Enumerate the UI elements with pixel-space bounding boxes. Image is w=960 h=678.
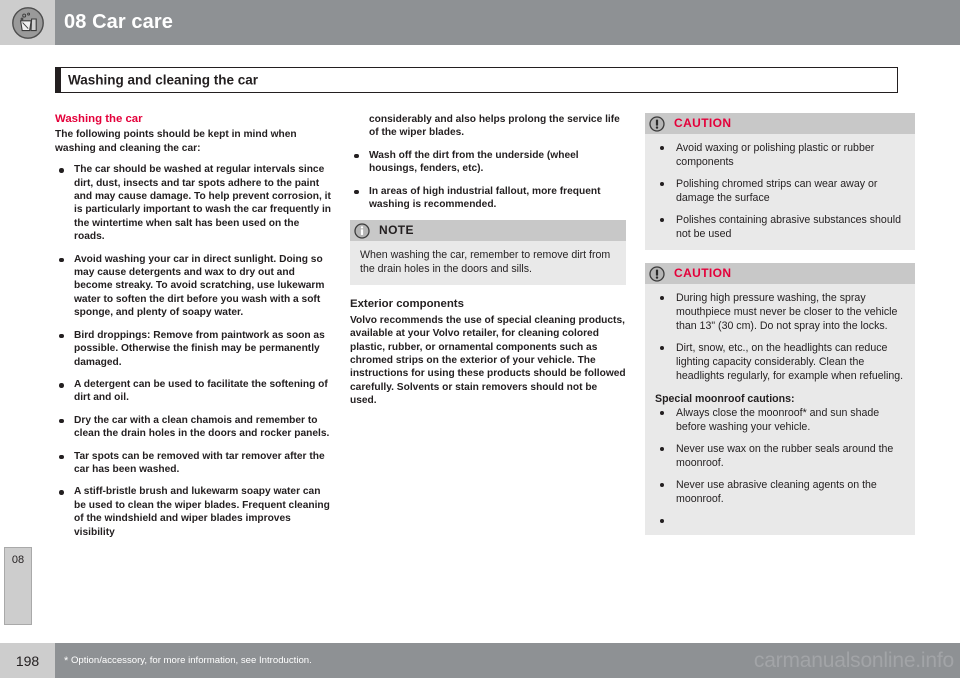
list-item: A stiff-bristle brush and lukewarm soapy… bbox=[55, 485, 331, 539]
note-box-body: When washing the car, remember to remove… bbox=[350, 241, 626, 285]
caution-box-2: CAUTION During high pressure washing, th… bbox=[645, 263, 915, 535]
left-column: Washing the car The following points sho… bbox=[55, 113, 331, 548]
note-box: NOTE When washing the car, remember to r… bbox=[350, 220, 626, 286]
chapter-tab: 08 bbox=[4, 547, 32, 625]
washing-the-car-heading: Washing the car bbox=[55, 113, 143, 125]
exterior-components-paragraph: Volvo recommends the use of special clea… bbox=[350, 314, 626, 407]
washing-bullet-list: The car should be washed at regular inte… bbox=[55, 163, 331, 539]
list-item: Polishes containing abrasive substances … bbox=[655, 213, 905, 241]
watermark: carmanualsonline.info bbox=[753, 648, 954, 672]
caution-box-1-header: CAUTION bbox=[645, 113, 915, 134]
list-item: During high pressure washing, the spray … bbox=[655, 291, 905, 333]
footnote-text: Option/accessory, for more information, … bbox=[70, 655, 312, 666]
chapter-icon-cell bbox=[0, 0, 55, 45]
exterior-components-heading: Exterior components bbox=[350, 298, 464, 311]
chapter-title: 08 Car care bbox=[64, 11, 173, 33]
caution-box-1-title: CAUTION bbox=[674, 115, 732, 130]
exclamation-icon bbox=[649, 265, 665, 282]
info-icon bbox=[354, 223, 370, 239]
list-item: Dry the car with a clean chamois and rem… bbox=[55, 414, 331, 441]
moonroof-cautions-subhead: Special moonroof cautions: bbox=[655, 393, 795, 405]
list-item: Tar spots can be removed with tar remove… bbox=[55, 450, 331, 477]
list-item: Never use wax on the rubber seals around… bbox=[655, 442, 905, 470]
list-item: The car should be washed at regular inte… bbox=[55, 163, 331, 243]
chapter-tab-label: 08 bbox=[11, 554, 25, 566]
list-item: Avoid waxing or polishing plastic or rub… bbox=[655, 141, 905, 169]
note-box-title: NOTE bbox=[379, 223, 414, 238]
moonroof-bullet-list: Always close the moonroof* and sun shade… bbox=[655, 406, 905, 526]
list-item: Dirt, snow, etc., on the headlights can … bbox=[655, 341, 905, 383]
section-heading-text: Washing and cleaning the car bbox=[68, 72, 259, 88]
right-column: CAUTION Avoid waxing or polishing plasti… bbox=[645, 113, 915, 548]
list-item: Polishing chromed strips can wear away o… bbox=[655, 177, 905, 205]
caution-box-1-body: Avoid waxing or polishing plastic or rub… bbox=[645, 134, 915, 250]
chapter-header-bar: 08 Car care bbox=[0, 0, 960, 45]
caution-1-bullet-list: Avoid waxing or polishing plastic or rub… bbox=[655, 141, 905, 241]
bucket-bubbles-icon bbox=[11, 6, 44, 39]
list-item: Avoid washing your car in direct sunligh… bbox=[55, 253, 331, 320]
section-heading: Washing and cleaning the car bbox=[55, 67, 898, 93]
caution-box-1: CAUTION Avoid waxing or polishing plasti… bbox=[645, 113, 915, 250]
caution-2-bullet-list: During high pressure washing, the spray … bbox=[655, 291, 905, 383]
page-sheet: 08 Washing and cleaning the car Washing … bbox=[0, 45, 960, 633]
list-item: Bird droppings: Remove from paintwork as… bbox=[55, 329, 331, 369]
washing-intro-paragraph: The following points should be kept in m… bbox=[55, 129, 297, 154]
list-item: In areas of high industrial fallout, mor… bbox=[350, 185, 626, 212]
list-item: Wash off the dirt from the underside (wh… bbox=[350, 149, 626, 176]
page-footer: 198 * Option/accessory, for more informa… bbox=[0, 643, 960, 678]
caution-box-2-title: CAUTION bbox=[674, 265, 732, 280]
list-item-continuation: considerably and also helps prolong the … bbox=[369, 114, 620, 139]
section-heading-bar bbox=[56, 68, 61, 92]
note-box-header: NOTE bbox=[350, 220, 626, 242]
list-item bbox=[655, 514, 905, 526]
note-box-text: When washing the car, remember to remove… bbox=[360, 249, 611, 276]
page-number: 198 bbox=[0, 643, 55, 678]
list-item: Always close the moonroof* and sun shade… bbox=[655, 406, 905, 434]
caution-box-2-header: CAUTION bbox=[645, 263, 915, 284]
list-item: Never use abrasive cleaning agents on th… bbox=[655, 478, 905, 506]
middle-column: considerably and also helps prolong the … bbox=[350, 113, 626, 416]
footnote: * Option/accessory, for more information… bbox=[64, 654, 312, 667]
list-item: A detergent can be used to facilitate th… bbox=[55, 378, 331, 405]
caution-box-2-body: During high pressure washing, the spray … bbox=[645, 284, 915, 535]
washing-bullet-list-continued: considerably and also helps prolong the … bbox=[350, 113, 626, 211]
exclamation-icon bbox=[649, 115, 665, 132]
